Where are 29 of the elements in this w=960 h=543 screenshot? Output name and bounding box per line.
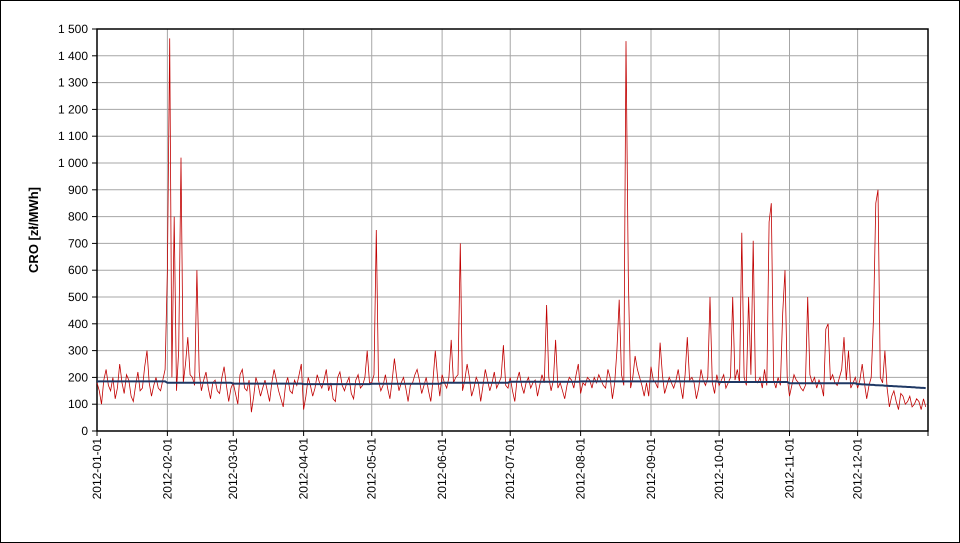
y-tick-label: 400 bbox=[68, 316, 88, 331]
y-tick-label: 1 200 bbox=[58, 102, 88, 116]
x-tick-label: 2012-09-01 bbox=[644, 438, 658, 500]
x-tick-label: 2012-06-01 bbox=[435, 438, 450, 500]
y-tick-label: 600 bbox=[68, 263, 88, 278]
x-tick-label: 2012-11-01 bbox=[782, 438, 796, 498]
y-tick-label: 1 100 bbox=[58, 129, 88, 144]
x-tick-label: 2012-02-01 bbox=[160, 438, 174, 500]
axis-title: CRO [zł/MWh] bbox=[26, 187, 41, 273]
y-tick-label: 0 bbox=[81, 424, 88, 438]
y-tick-label: 100 bbox=[68, 397, 88, 412]
y-tick-label: 800 bbox=[68, 210, 88, 224]
x-tick-label: 2012-07-01 bbox=[503, 438, 518, 500]
x-tick-label: 2012-04-01 bbox=[296, 438, 311, 500]
y-tick-label: 900 bbox=[68, 182, 88, 197]
y-tick-label: 500 bbox=[68, 290, 88, 304]
x-tick-label: 2012-05-01 bbox=[364, 438, 379, 500]
x-tick-label: 2012-10-01 bbox=[712, 438, 726, 500]
y-tick-label: 1 300 bbox=[58, 76, 88, 90]
x-tick-label: 2012-01-01 bbox=[90, 438, 104, 500]
y-tick-label: 700 bbox=[68, 236, 88, 250]
y-tick-label: 1 500 bbox=[58, 22, 88, 36]
y-tick-label: 200 bbox=[68, 370, 88, 384]
x-tick-label: 2012-03-01 bbox=[226, 438, 240, 500]
x-tick-label: 2012-08-01 bbox=[574, 438, 588, 500]
y-tick-label: 1 400 bbox=[58, 48, 88, 63]
y-tick-label: 1 000 bbox=[58, 156, 88, 170]
y-tick-label: 300 bbox=[68, 344, 88, 358]
x-tick-label: 2012-12-01 bbox=[850, 438, 865, 500]
